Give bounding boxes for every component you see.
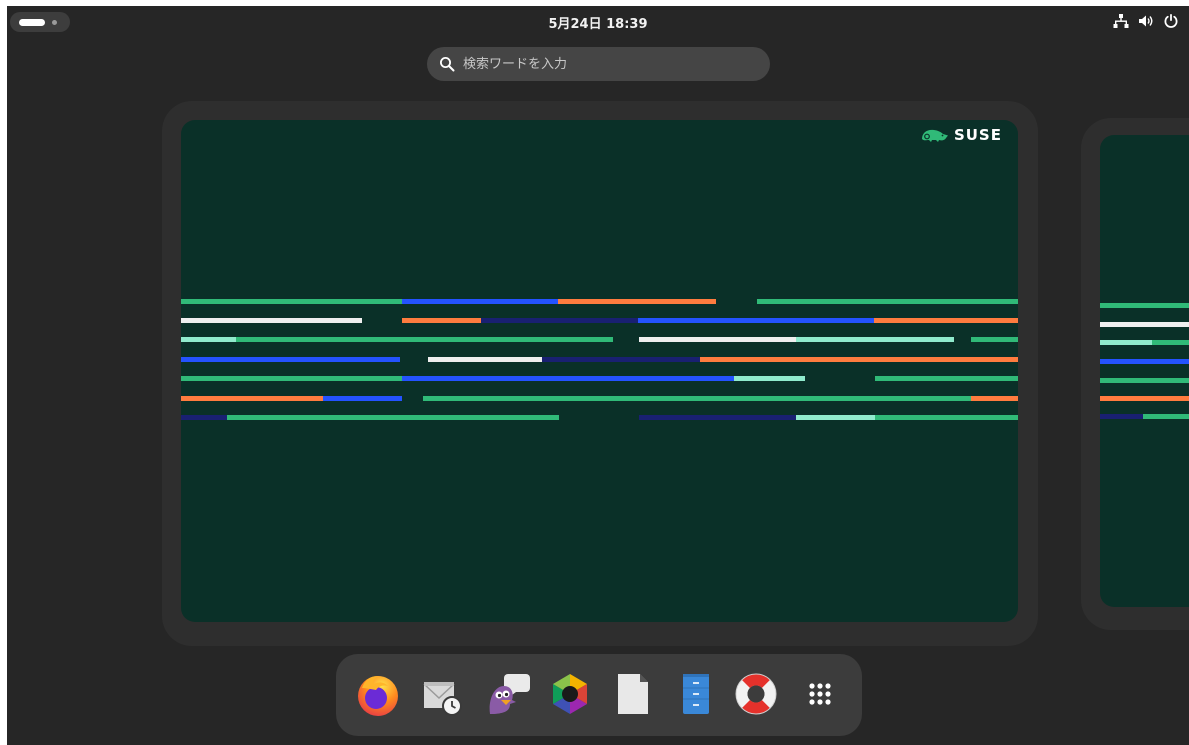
hexagon-app[interactable]	[544, 668, 596, 720]
wallpaper-stripe	[542, 357, 700, 362]
lifebuoy-help-icon	[735, 673, 777, 715]
libreoffice-app[interactable]	[606, 668, 658, 720]
wallpaper-stripe	[402, 376, 734, 381]
gnome-overview: 5月24日 18:39 検索ワードを入力 SUSE	[7, 6, 1189, 745]
wallpaper-stripe	[181, 396, 323, 401]
wallpaper-stripe	[181, 415, 227, 420]
search-entry[interactable]	[427, 47, 770, 81]
wallpaper-stripe	[236, 337, 613, 342]
wallpaper-stripe	[181, 337, 236, 342]
firefox-icon	[358, 676, 398, 716]
wallpaper-stripe	[971, 337, 1018, 342]
wallpaper-stripe	[971, 396, 1018, 401]
pidgin-app[interactable]	[482, 668, 534, 720]
wallpaper-stripe	[1143, 414, 1189, 419]
wallpaper-stripe	[1100, 378, 1189, 383]
wallpaper-stripe	[1100, 414, 1143, 419]
show-apps-button[interactable]	[794, 668, 846, 720]
volume-icon	[1139, 15, 1153, 27]
wallpaper-stripe	[875, 415, 1018, 420]
hexagon-app-icon	[553, 674, 587, 714]
wallpaper-stripe	[323, 396, 402, 401]
file-roller-app[interactable]	[670, 668, 722, 720]
wallpaper-stripe	[874, 318, 1018, 323]
wallpaper-stripe	[1100, 340, 1152, 345]
wallpaper-stripe	[639, 337, 796, 342]
power-icon	[1164, 14, 1178, 28]
top-bar: 5月24日 18:39	[7, 6, 1189, 36]
wallpaper-stripe	[558, 299, 716, 304]
wallpaper-stripe	[1100, 303, 1189, 308]
wallpaper-stripe	[1100, 322, 1189, 327]
wallpaper-stripe	[638, 318, 874, 323]
wallpaper-stripe	[1100, 396, 1189, 401]
system-status-area[interactable]	[1113, 13, 1179, 29]
suse-logo: SUSE	[920, 126, 1002, 144]
wallpaper-stripe	[227, 415, 559, 420]
evolution-mail-calendar-icon	[423, 682, 462, 716]
wallpaper-stripe	[700, 357, 1018, 362]
wallpaper-stripe	[181, 299, 402, 304]
wallpaper-stripe	[181, 376, 402, 381]
wallpaper-stripe	[875, 376, 1018, 381]
clock[interactable]: 5月24日 18:39	[7, 13, 1189, 32]
wallpaper-stripe	[734, 376, 805, 381]
wallpaper-stripe	[796, 337, 954, 342]
wallpaper-stripe	[1152, 340, 1189, 345]
document-icon	[618, 674, 648, 714]
suse-logo-text: SUSE	[953, 126, 1002, 144]
network-wired-icon	[1113, 14, 1129, 28]
workspace-2-thumbnail[interactable]	[1100, 135, 1189, 607]
archive-cabinet-icon	[683, 674, 709, 714]
wallpaper-stripe	[757, 299, 1018, 304]
app-grid-icon	[809, 683, 831, 705]
search-icon	[440, 57, 455, 72]
wallpaper-stripe	[181, 318, 362, 323]
search-input[interactable]	[463, 47, 753, 81]
wallpaper-stripe	[402, 299, 558, 304]
pidgin-chat-icon	[489, 674, 530, 714]
wallpaper-stripe	[428, 357, 542, 362]
wallpaper-stripe	[796, 415, 875, 420]
wallpaper-stripe	[481, 318, 638, 323]
wallpaper-stripe	[402, 318, 481, 323]
help-app[interactable]	[730, 668, 782, 720]
wallpaper-stripe	[639, 415, 796, 420]
wallpaper-stripe	[181, 357, 400, 362]
chameleon-icon	[921, 129, 948, 142]
wallpaper-stripe	[1100, 359, 1189, 364]
workspace-1-thumbnail[interactable]: SUSE	[181, 120, 1018, 622]
wallpaper-stripe	[423, 396, 971, 401]
firefox-app[interactable]	[352, 668, 404, 720]
evolution-app[interactable]	[416, 668, 468, 720]
dash	[336, 654, 862, 736]
